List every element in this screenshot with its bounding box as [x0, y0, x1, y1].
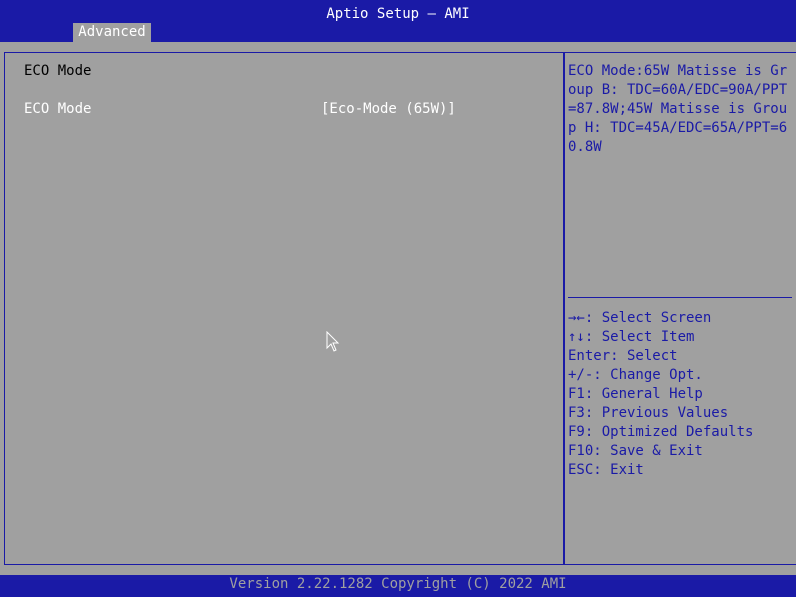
tab-advanced[interactable]: Advanced: [73, 23, 151, 42]
key-help-item: ↑↓: Select Item: [568, 329, 695, 345]
key-help-item: F3: Previous Values: [568, 405, 729, 421]
section-title: ECO Mode: [24, 63, 92, 79]
setting-value[interactable]: [Eco-Mode (65W)]: [321, 100, 456, 118]
setting-label: ECO Mode: [24, 101, 92, 117]
key-help-item: F10: Save & Exit: [568, 443, 703, 459]
app-title: Aptio Setup – AMI: [326, 6, 470, 22]
header-bar: Aptio Setup – AMI Advanced: [0, 0, 796, 42]
key-help-list: →←: Select Screen ↑↓: Select Item Enter:…: [568, 309, 792, 480]
mouse-pointer-icon: [326, 331, 340, 352]
version-text: Version 2.22.1282 Copyright (C) 2022 AMI: [229, 576, 567, 592]
setting-row-eco-mode[interactable]: ECO Mode [Eco-Mode (65W)]: [24, 100, 544, 118]
key-help-item: F1: General Help: [568, 386, 703, 402]
help-description: ECO Mode:65W Matisse is Group B: TDC=60A…: [568, 63, 788, 155]
key-help-item: Enter: Select: [568, 348, 678, 364]
key-help-item: ESC: Exit: [568, 462, 644, 478]
key-help-item: F9: Optimized Defaults: [568, 424, 754, 440]
footer-bar: Version 2.22.1282 Copyright (C) 2022 AMI: [0, 575, 796, 597]
help-divider: [568, 297, 792, 298]
key-help-item: →←: Select Screen: [568, 310, 712, 326]
key-help-item: +/-: Change Opt.: [568, 367, 703, 383]
settings-panel: [4, 52, 565, 565]
